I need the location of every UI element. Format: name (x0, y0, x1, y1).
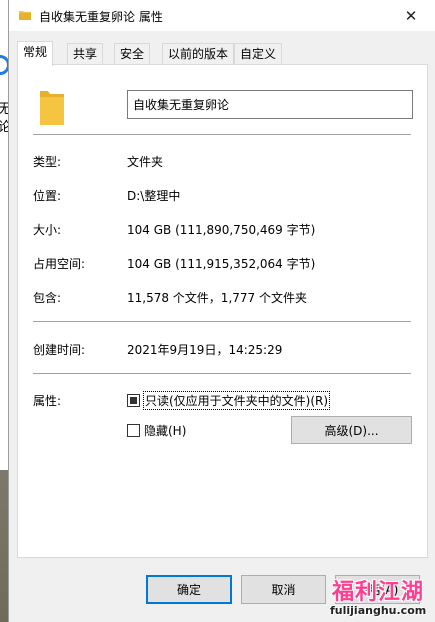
separator (33, 373, 411, 374)
tab-general[interactable]: 常规 (17, 41, 54, 66)
close-icon: ✕ (404, 6, 418, 25)
size-on-disk-label: 占用空间: (33, 257, 86, 271)
general-panel: 类型: 文件夹 位置: D:\整理中 大小: 104 GB (111,890,7… (17, 64, 428, 558)
tab-previous-versions[interactable]: 以前的版本 (162, 43, 235, 65)
separator (33, 321, 411, 322)
hidden-checkbox[interactable] (127, 424, 140, 437)
location-value: D:\整理中 (127, 189, 181, 203)
size-label: 大小: (33, 223, 62, 237)
readonly-label[interactable]: 只读(仅应用于文件夹中的文件)(R) (142, 391, 331, 410)
title-bar[interactable]: 自收集无重复卵论 属性 ✕ (9, 0, 435, 31)
contains-label: 包含: (33, 291, 62, 305)
close-button[interactable]: ✕ (391, 0, 431, 31)
watermark-title: 福利江湖 (332, 580, 425, 605)
attributes-label: 属性: (33, 394, 62, 408)
tab-customize[interactable]: 自定义 (234, 43, 283, 65)
hidden-label[interactable]: 隐藏(H) (144, 422, 186, 439)
properties-dialog: 自收集无重复卵论 属性 ✕ 常规 共享 安全 以前的版本 自定义 类型: 文件夹… (8, 0, 435, 622)
size-on-disk-value: 104 GB (111,915,352,064 字节) (127, 257, 316, 271)
window-title: 自收集无重复卵论 属性 (39, 10, 163, 24)
watermark-url: fulijianghu.com (330, 604, 427, 617)
created-label: 创建时间: (33, 343, 86, 357)
ok-button[interactable]: 确定 (146, 575, 232, 604)
location-label: 位置: (33, 189, 62, 203)
folder-icon (19, 11, 31, 20)
type-value: 文件夹 (127, 155, 164, 169)
separator (33, 134, 411, 135)
folder-icon (40, 91, 64, 125)
tab-sharing[interactable]: 共享 (67, 43, 104, 65)
size-value: 104 GB (111,890,750,469 字节) (127, 223, 316, 237)
created-value: 2021年9月19日，14:25:29 (127, 343, 283, 357)
watermark-logo: 福利江湖 fulijianghu.com (326, 574, 435, 622)
folder-name-input[interactable] (127, 90, 413, 119)
cancel-button[interactable]: 取消 (241, 575, 326, 604)
readonly-checkbox[interactable] (127, 394, 140, 407)
type-label: 类型: (33, 155, 62, 169)
advanced-button[interactable]: 高级(D)... (291, 416, 412, 444)
tab-security[interactable]: 安全 (114, 43, 151, 65)
contains-value: 11,578 个文件，1,777 个文件夹 (127, 291, 307, 305)
